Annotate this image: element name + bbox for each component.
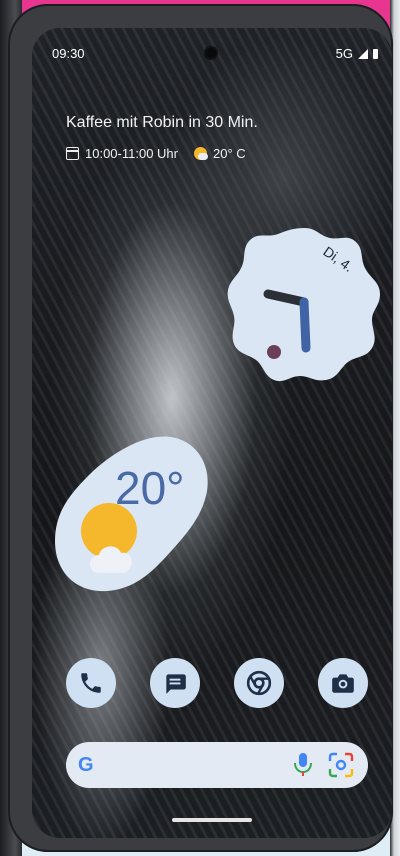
glance-weather: 20° C (213, 146, 246, 161)
home-screen: 09:30 5G Kaffee mit Robin in 30 Min. 10:… (32, 28, 392, 838)
glance-event[interactable]: Kaffee mit Robin in 30 Min. (66, 114, 258, 132)
camera-icon (332, 674, 354, 693)
calendar-icon (66, 147, 79, 160)
network-label: 5G (335, 46, 353, 61)
lens-search-button[interactable] (328, 752, 354, 783)
front-camera (206, 48, 216, 58)
google-lens-icon (328, 752, 354, 778)
phone-frame: 09:30 5G Kaffee mit Robin in 30 Min. 10:… (8, 4, 393, 852)
glance-time-range: 10:00-11:00 Uhr (85, 146, 178, 161)
partly-sunny-icon (194, 147, 208, 160)
phone-icon (81, 673, 101, 693)
app-dock (66, 658, 368, 712)
clock-widget-shape (227, 228, 380, 382)
clock-minute-hand (299, 297, 311, 353)
signal-icon (358, 48, 368, 59)
phone-app-button[interactable] (66, 658, 116, 708)
camera-app-button[interactable] (318, 658, 368, 708)
google-search-bar[interactable]: G (66, 742, 368, 788)
microphone-icon (294, 753, 312, 776)
status-time: 09:30 (52, 46, 85, 61)
clock-widget[interactable]: Di, 4. (224, 226, 386, 384)
chrome-app-button[interactable] (234, 658, 284, 708)
battery-icon (373, 48, 378, 59)
status-icons: 5G (336, 46, 378, 61)
google-logo: G (78, 754, 94, 776)
chrome-icon (246, 670, 272, 696)
messages-icon (166, 674, 186, 694)
glance-detail[interactable]: 10:00-11:00 Uhr 20° C (66, 146, 246, 161)
weather-temperature: 20° (115, 462, 185, 514)
messages-app-button[interactable] (150, 658, 200, 708)
status-bar: 09:30 5G (32, 40, 392, 62)
clock-second-dot (267, 345, 281, 359)
voice-search-button[interactable] (292, 752, 314, 783)
home-gesture-bar[interactable] (172, 818, 252, 822)
weather-widget[interactable]: 20° (51, 431, 213, 593)
